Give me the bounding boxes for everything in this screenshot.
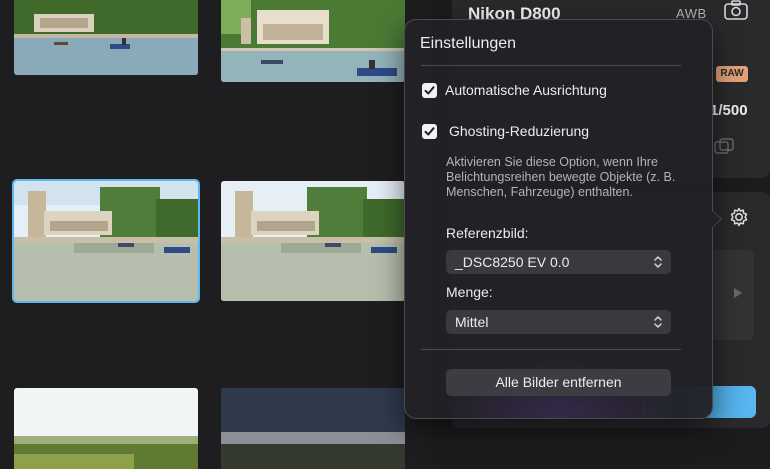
checkmark-icon	[424, 85, 435, 94]
camera-icon[interactable]	[724, 0, 748, 20]
auto-align-option[interactable]: Automatische Ausrichtung	[422, 82, 607, 98]
ghosting-option[interactable]: Ghosting-Reduzierung	[422, 123, 589, 139]
thumbnail-park-1[interactable]	[14, 0, 198, 75]
play-icon[interactable]	[734, 288, 742, 298]
settings-popover: Einstellungen Automatische Ausrichtung G…	[404, 19, 713, 419]
auto-align-label: Automatische Ausrichtung	[445, 82, 607, 98]
checkmark-icon	[424, 126, 435, 135]
chevron-up-down-icon	[654, 256, 662, 268]
chevron-up-down-icon	[654, 316, 662, 328]
copy-icon[interactable]	[714, 138, 734, 154]
amount-label: Menge:	[446, 284, 493, 300]
amount-value: Mittel	[455, 314, 489, 330]
thumbnail-park-3-selected[interactable]	[12, 179, 200, 303]
reference-select[interactable]: _DSC8250 EV 0.0	[446, 250, 671, 274]
ghosting-help-text: Aktivieren Sie diese Option, wenn Ihre B…	[446, 155, 676, 199]
thumbnail-grid	[0, 0, 430, 469]
ghosting-label: Ghosting-Reduzierung	[449, 123, 590, 139]
divider	[421, 65, 681, 66]
auto-align-checkbox[interactable]	[422, 82, 437, 98]
reference-label: Referenzbild:	[446, 225, 529, 241]
amount-select[interactable]: Mittel	[446, 310, 671, 334]
divider	[421, 349, 681, 350]
thumbnail-landscape-2[interactable]	[221, 388, 405, 469]
remove-all-images-button[interactable]: Alle Bilder entfernen	[446, 369, 671, 396]
thumbnail-park-2[interactable]	[221, 0, 405, 82]
reference-value: _DSC8250 EV 0.0	[455, 254, 570, 270]
raw-badge: RAW	[716, 66, 748, 82]
popover-title: Einstellungen	[420, 35, 517, 52]
thumbnail-park-4[interactable]	[221, 181, 405, 301]
thumbnail-landscape-1[interactable]	[14, 388, 198, 469]
ghosting-checkbox[interactable]	[422, 123, 437, 139]
gear-icon[interactable]	[728, 206, 750, 228]
shutter-speed: 1/500	[710, 102, 748, 119]
popover-arrow-fill	[710, 209, 720, 229]
